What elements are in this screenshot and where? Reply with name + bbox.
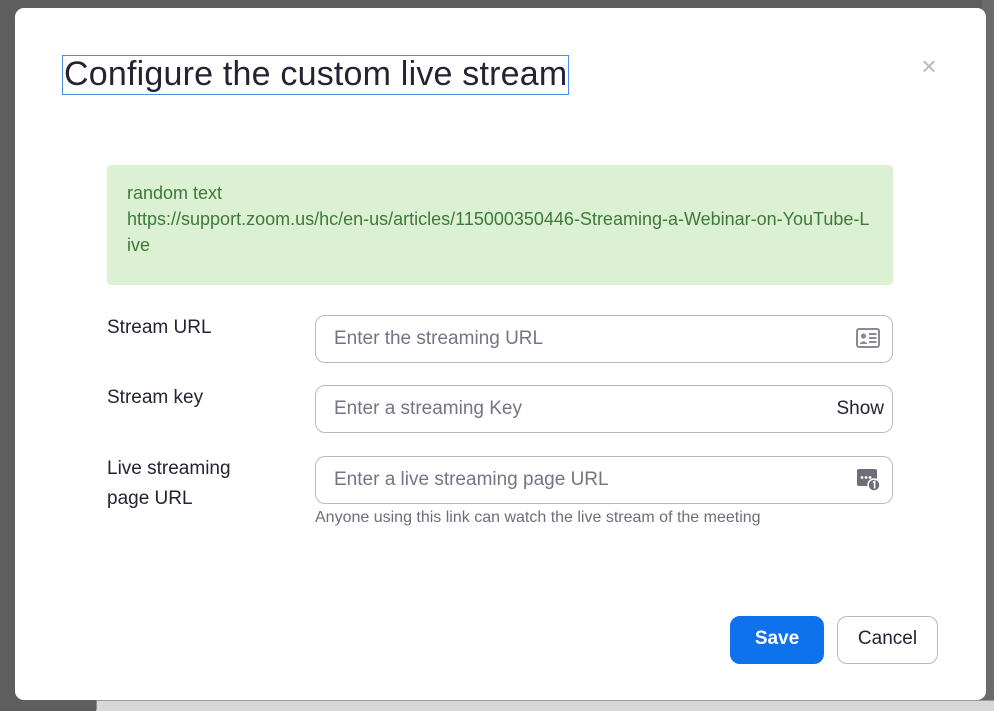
stream-key-label: Stream key <box>107 387 204 408</box>
backdrop-page-footer <box>96 700 994 711</box>
page-url-hint: Anyone using this link can watch the liv… <box>315 509 761 526</box>
page-url-label-line1: Live streaming <box>107 458 231 479</box>
contact-card-icon[interactable] <box>856 328 880 348</box>
save-button[interactable]: Save <box>730 616 824 664</box>
page-url-input[interactable] <box>334 457 824 502</box>
page-url-label: Live streaming page URL <box>107 454 231 514</box>
close-icon[interactable]: × <box>915 52 943 80</box>
stream-url-input[interactable] <box>334 316 824 361</box>
info-link[interactable]: https://support.zoom.us/hc/en-us/article… <box>127 206 873 258</box>
stream-url-field[interactable] <box>315 315 893 363</box>
cancel-button[interactable]: Cancel <box>837 616 938 664</box>
custom-live-stream-dialog: Configure the custom live stream × rando… <box>15 8 986 700</box>
page-url-field[interactable] <box>315 456 893 504</box>
stream-url-label: Stream URL <box>107 317 212 338</box>
password-manager-icon[interactable] <box>856 468 880 492</box>
stream-key-input[interactable] <box>334 386 824 431</box>
stream-key-field[interactable]: Show <box>315 385 893 433</box>
show-key-toggle[interactable]: Show <box>836 386 884 431</box>
backdrop-divider <box>96 700 97 710</box>
info-text: random text <box>127 183 223 203</box>
dialog-title: Configure the custom live stream <box>62 55 570 95</box>
page-url-label-line2: page URL <box>107 488 193 509</box>
info-banner: random text https://support.zoom.us/hc/e… <box>107 165 893 285</box>
